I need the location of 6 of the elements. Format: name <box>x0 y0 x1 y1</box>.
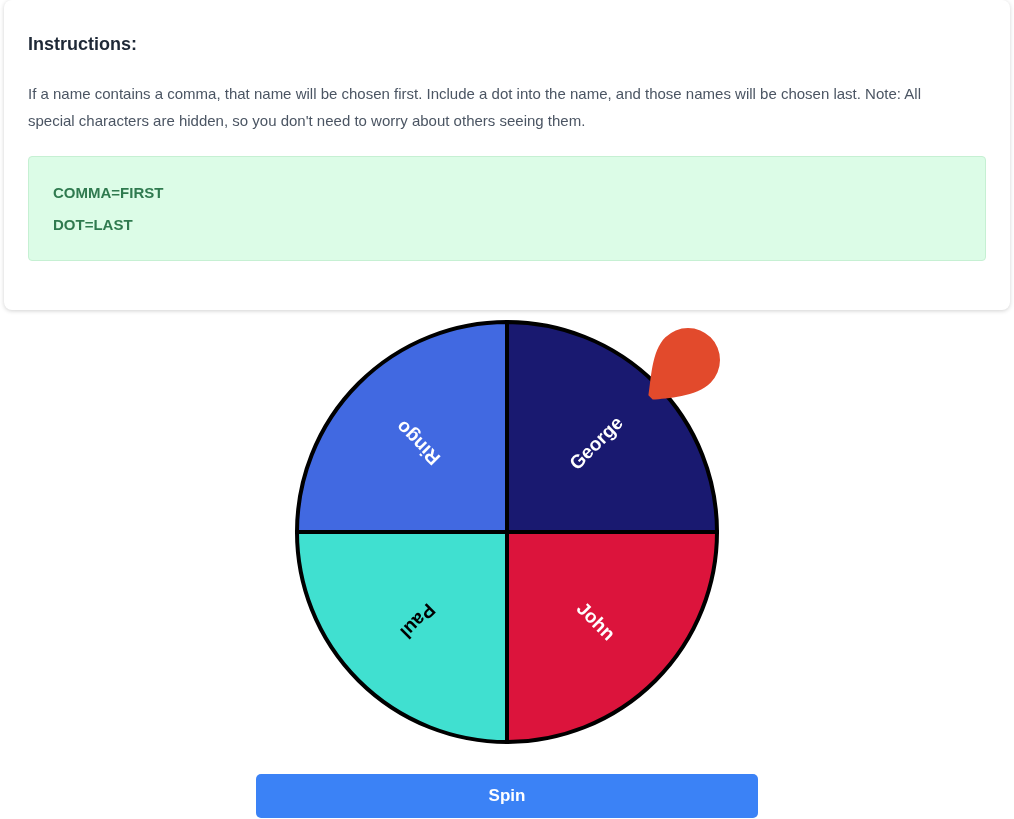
spin-button[interactable]: Spin <box>256 774 758 818</box>
pointer-icon <box>648 328 720 400</box>
rule-text: COMMA=FIRST <box>53 183 164 203</box>
instructions-heading: Instructions: <box>28 33 138 56</box>
instructions-text: If a name contains a comma, that name will be chosen first. Include a dot into the name, and those names will be chosen last. Note: All special characters are hidden, so you don't need to worry about others seeing them. <box>28 84 922 131</box>
rule-text: DOT=LAST <box>53 215 133 235</box>
